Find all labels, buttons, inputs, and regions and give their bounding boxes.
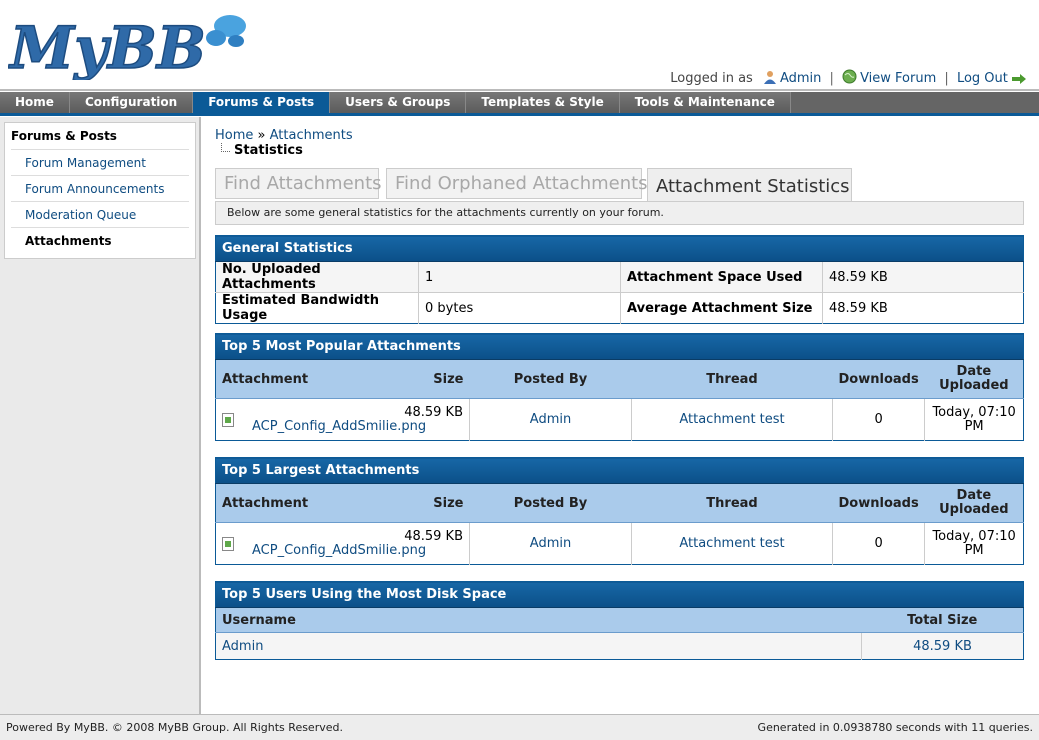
sidebar-title: Forums & Posts (11, 129, 117, 143)
attachment-link[interactable]: ACP_Config_AddSmilie.png (252, 419, 426, 434)
sidebar-item-forum-announcements[interactable]: Forum Announcements (11, 175, 189, 201)
popular-attachments-table: Top 5 Most Popular Attachments Attachmen… (215, 333, 1024, 441)
menu-users-groups[interactable]: Users & Groups (330, 92, 467, 113)
footer: Powered By MyBB. © 2008 MyBB Group. All … (0, 714, 1039, 740)
table-row: 48.59 KB ACP_Config_AddSmilie.png Admin … (215, 522, 1024, 565)
largest-title: Top 5 Largest Attachments (215, 457, 1024, 484)
users-title: Top 5 Users Using the Most Disk Space (215, 581, 1024, 608)
menu-configuration[interactable]: Configuration (69, 92, 194, 113)
admin-user-link[interactable]: Admin (780, 71, 821, 86)
bandwidth-value: 0 bytes (418, 292, 621, 324)
general-statistics-table: General Statistics No. Uploaded Attachme… (215, 235, 1024, 324)
generation-info: Generated in 0.0938780 seconds with 11 q… (757, 721, 1033, 734)
logged-in-label: Logged in as (670, 71, 753, 86)
globe-icon (842, 69, 857, 84)
sidebar-nav: Forums & Posts Forum Management Forum An… (4, 122, 196, 259)
user-icon (763, 71, 776, 84)
sidebar: Forums & Posts Forum Management Forum An… (0, 117, 201, 714)
thread-link[interactable]: Attachment test (679, 536, 784, 551)
bandwidth-label: Estimated Bandwidth Usage (215, 292, 419, 324)
username-link[interactable]: Admin (222, 639, 263, 654)
menu-forums-posts[interactable]: Forums & Posts (193, 92, 331, 113)
attachment-link[interactable]: ACP_Config_AddSmilie.png (252, 543, 426, 558)
breadcrumb: Home » Attachments (215, 128, 353, 143)
thread-link[interactable]: Attachment test (679, 412, 784, 427)
table-row: Admin 48.59 KB (215, 632, 1024, 660)
tab-attachment-statistics[interactable]: Attachment Statistics (647, 168, 852, 202)
copyright-text: Powered By MyBB. © 2008 MyBB Group. All … (6, 721, 343, 734)
disk-space-users-table: Top 5 Users Using the Most Disk Space Us… (215, 581, 1024, 660)
main-menu: Home Configuration Forums & Posts Users … (0, 92, 1039, 116)
sidebar-item-moderation-queue[interactable]: Moderation Queue (11, 201, 189, 227)
general-statistics-title: General Statistics (215, 235, 1024, 262)
tab-find-orphaned-attachments[interactable]: Find Orphaned Attachments (386, 168, 648, 199)
welcome-bar: Logged in as Admin | View Forum | Log Ou… (670, 69, 1029, 86)
breadcrumb-attachments[interactable]: Attachments (270, 128, 353, 143)
table-row: 48.59 KB ACP_Config_AddSmilie.png Admin … (215, 398, 1024, 441)
largest-attachments-table: Top 5 Largest Attachments Attachment Siz… (215, 457, 1024, 565)
menu-home[interactable]: Home (0, 92, 70, 113)
image-file-icon (222, 412, 234, 427)
breadcrumb-current: Statistics (221, 143, 303, 158)
image-file-icon (222, 536, 234, 551)
total-size-link[interactable]: 48.59 KB (913, 639, 972, 654)
breadcrumb-home[interactable]: Home (215, 128, 253, 143)
arrow-right-icon (1012, 74, 1026, 84)
popular-title: Top 5 Most Popular Attachments (215, 333, 1024, 360)
header: MyBB Logged in as Admin | View Forum | L… (0, 0, 1039, 92)
uploaded-value: 1 (418, 261, 621, 293)
menu-templates-style[interactable]: Templates & Style (466, 92, 620, 113)
avg-label: Average Attachment Size (620, 292, 823, 324)
sidebar-item-forum-management[interactable]: Forum Management (11, 149, 189, 175)
space-label: Attachment Space Used (620, 261, 823, 293)
menu-tools-maintenance[interactable]: Tools & Maintenance (619, 92, 791, 113)
sidebar-item-attachments[interactable]: Attachments (11, 227, 189, 253)
mybb-logo[interactable]: MyBB (8, 8, 258, 80)
tab-description: Below are some general statistics for th… (215, 201, 1024, 225)
avg-value: 48.59 KB (822, 292, 1024, 324)
uploaded-label: No. Uploaded Attachments (215, 261, 419, 293)
posted-by-link[interactable]: Admin (530, 412, 571, 427)
view-forum-link[interactable]: View Forum (860, 71, 936, 86)
log-out-link[interactable]: Log Out (957, 71, 1008, 86)
posted-by-link[interactable]: Admin (530, 536, 571, 551)
space-value: 48.59 KB (829, 269, 888, 285)
svg-text:MyBB: MyBB (8, 14, 206, 80)
tab-find-attachments[interactable]: Find Attachments (215, 168, 382, 199)
